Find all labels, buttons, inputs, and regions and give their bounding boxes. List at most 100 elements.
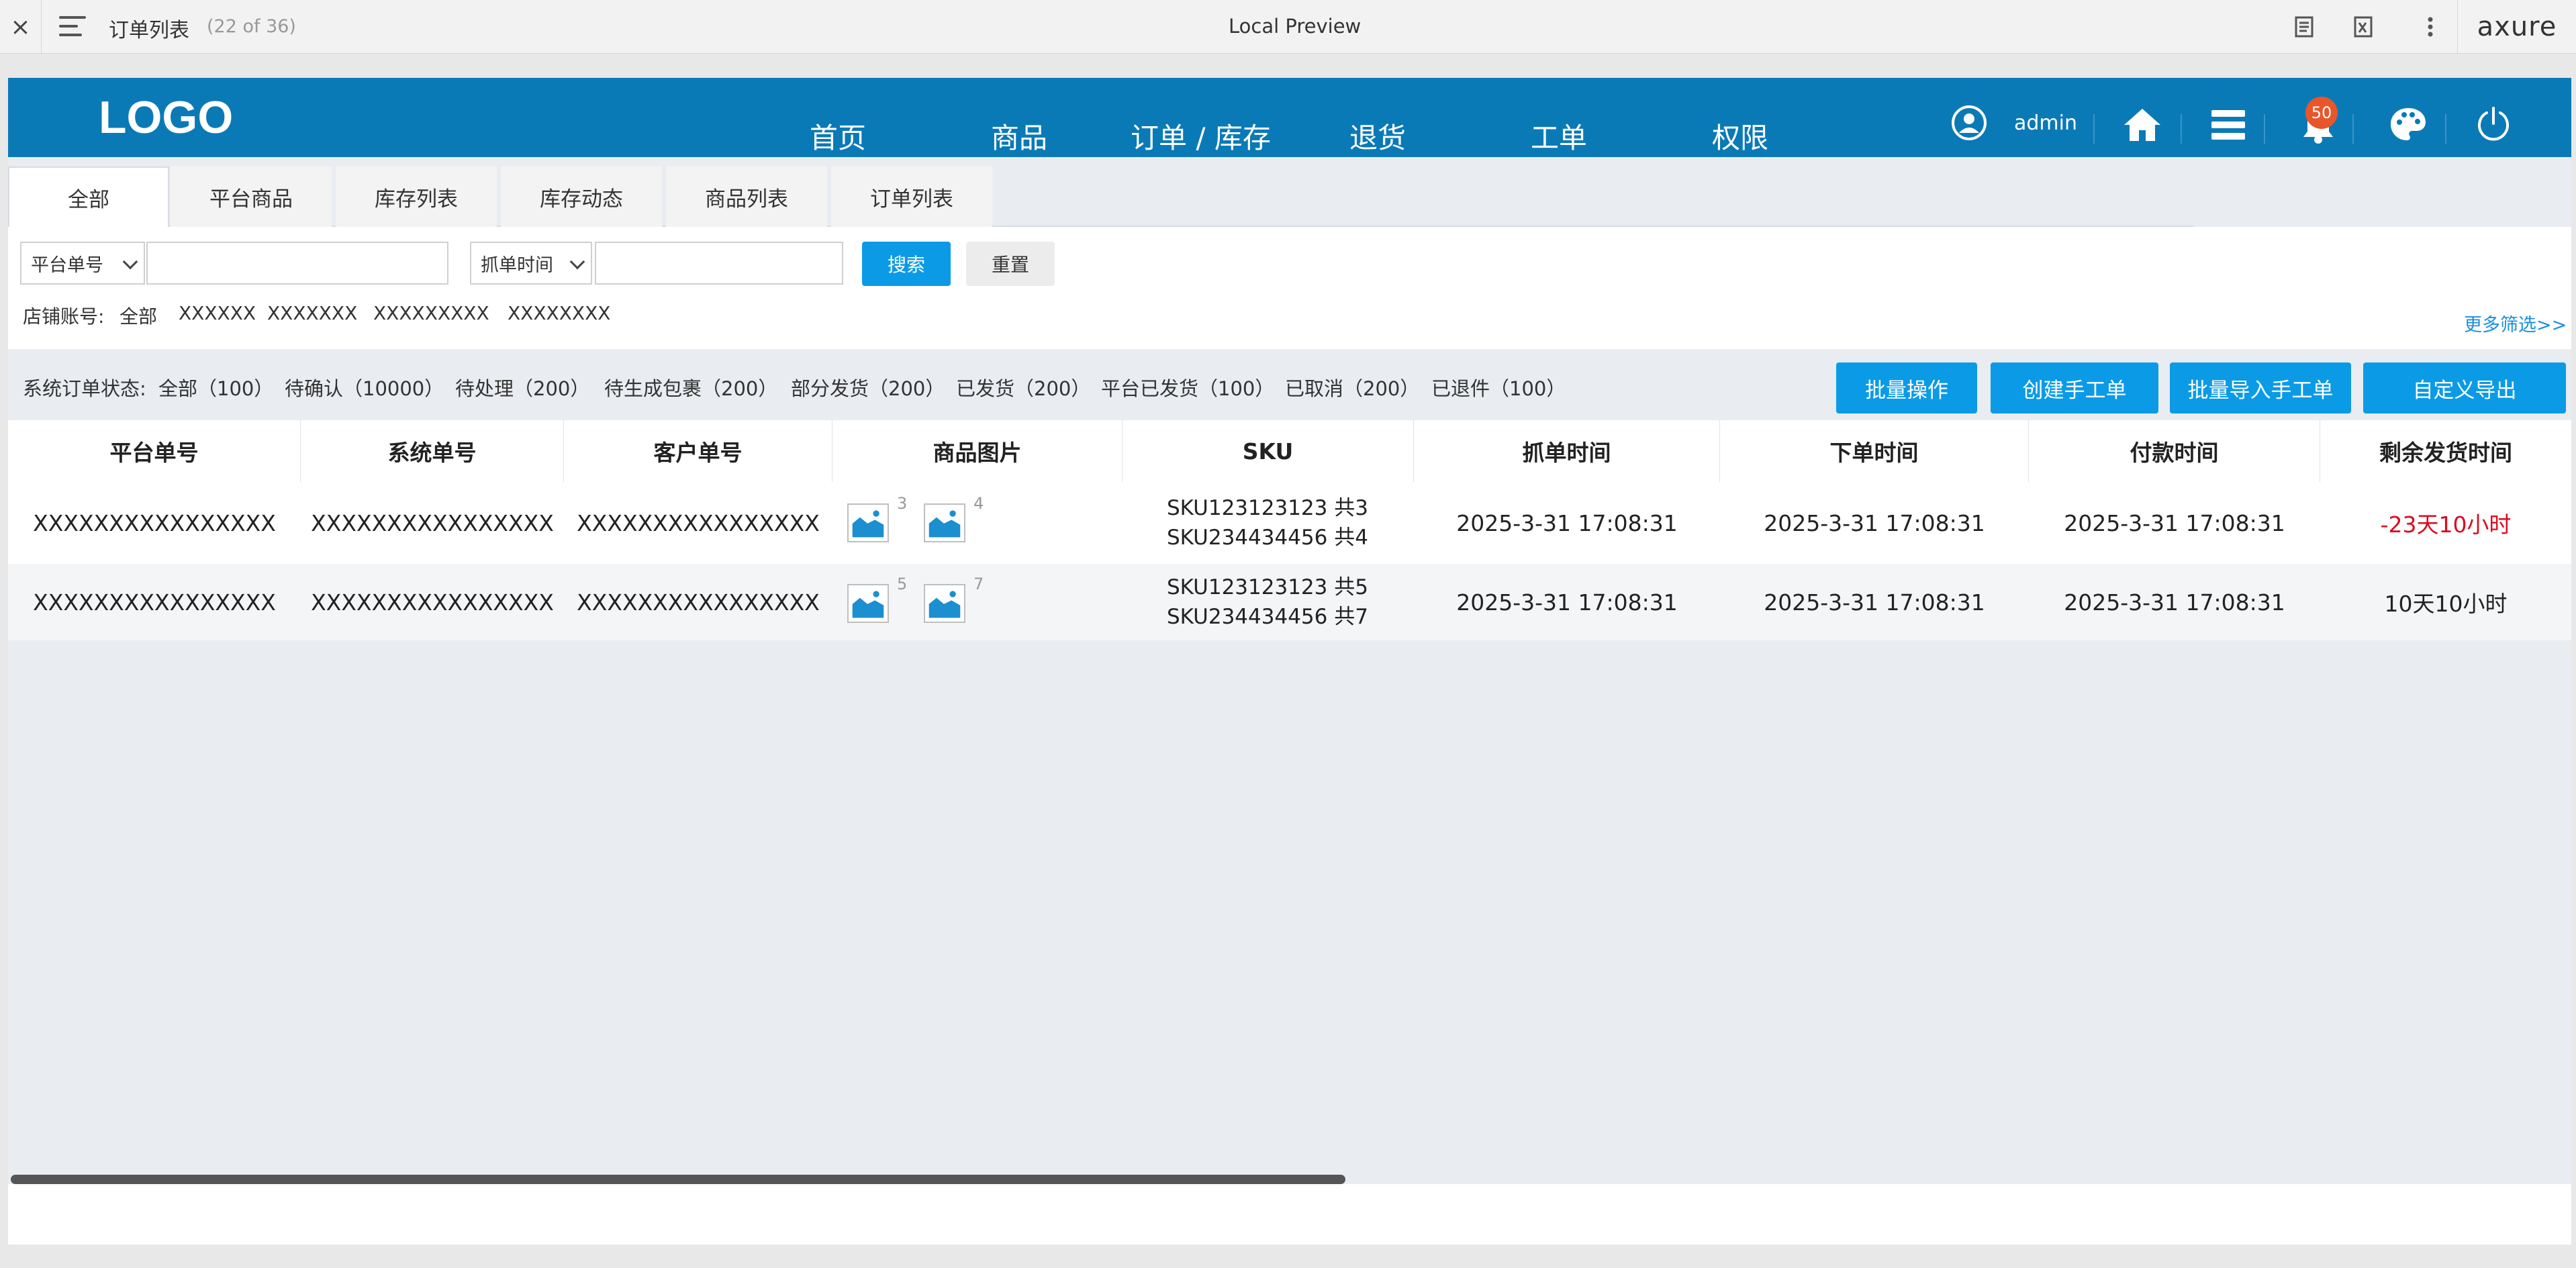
shop-option[interactable]: XXXXXXX (267, 302, 357, 324)
batch-operation-button[interactable]: 批量操作 (1836, 362, 1977, 413)
more-vert-icon[interactable] (2417, 13, 2444, 40)
col-grab-time[interactable]: 抓单时间 (1414, 420, 1720, 482)
sku-cell: SKU123123123 共3 SKU234434456 共4 (1167, 482, 1409, 564)
tab-all[interactable]: 全部 (8, 166, 169, 227)
status-pending-package[interactable]: 待生成包裹（200） (604, 373, 777, 401)
header-divider (2264, 114, 2265, 144)
app-header: LOGO 首页 商品 订单 / 库存 退货 工单 权限 admin 50 (8, 78, 2571, 157)
table-row[interactable]: XXXXXXXXXXXXXXXX XXXXXXXXXXXXXXXX XXXXXX… (8, 482, 2571, 564)
menu-icon[interactable] (59, 16, 86, 38)
custom-export-button[interactable]: 自定义导出 (2363, 362, 2566, 413)
table-header: 平台单号 系统单号 客户单号 商品图片 SKU 抓单时间 下单时间 付款时间 剩… (8, 420, 2571, 482)
tab-product-list[interactable]: 商品列表 (666, 166, 827, 227)
power-icon[interactable] (2476, 106, 2511, 142)
status-partial-shipped[interactable]: 部分发货（200） (791, 373, 945, 401)
platform-order-no: XXXXXXXXXXXXXXXX (33, 589, 276, 616)
image-count: 7 (973, 575, 984, 593)
chevron-down-icon (122, 254, 138, 270)
palette-icon[interactable] (2389, 106, 2428, 142)
shop-option[interactable]: XXXXXX (179, 302, 256, 324)
home-icon[interactable] (2123, 107, 2162, 142)
customer-order-no: XXXXXXXXXXXXXXXX (577, 509, 820, 536)
order-time: 2025-3-31 17:08:31 (1764, 589, 1985, 616)
product-image-icon[interactable] (847, 503, 889, 542)
status-pending-process[interactable]: 待处理（200） (455, 373, 589, 401)
image-count: 3 (897, 494, 908, 513)
col-pay-time[interactable]: 付款时间 (2029, 420, 2320, 482)
notes-icon[interactable] (2291, 13, 2318, 40)
col-order-time[interactable]: 下单时间 (1720, 420, 2029, 482)
page-title: 订单列表 (109, 19, 189, 42)
status-all[interactable]: 全部（100） (158, 373, 273, 401)
list-menu-icon[interactable] (2210, 109, 2246, 141)
col-system-no[interactable]: 系统单号 (301, 420, 564, 482)
time-select-value: 抓单时间 (481, 254, 553, 276)
inspect-icon[interactable] (2350, 13, 2377, 40)
user-avatar-icon[interactable] (1951, 105, 1987, 141)
product-image-icon[interactable] (924, 584, 965, 623)
axure-brand: axure (2457, 0, 2576, 54)
search-button[interactable]: 搜索 (862, 242, 951, 286)
import-manual-orders-button[interactable]: 批量导入手工单 (2170, 362, 2351, 413)
system-order-no: XXXXXXXXXXXXXXXX (311, 589, 554, 616)
nav-products[interactable]: 商品 (991, 115, 1047, 156)
preview-title: Local Preview (1229, 15, 1362, 38)
time-select[interactable]: 抓单时间 (470, 242, 592, 285)
col-customer-no[interactable]: 客户单号 (564, 420, 832, 482)
header-divider (2352, 114, 2354, 144)
product-image-icon[interactable] (924, 503, 965, 542)
sku-cell: SKU123123123 共5 SKU234434456 共7 (1167, 564, 1409, 640)
field-select-value: 平台单号 (31, 254, 103, 276)
nav-returns[interactable]: 退货 (1349, 115, 1406, 156)
page-count: (22 of 36) (207, 16, 296, 37)
status-label: 系统订单状态: (23, 377, 146, 400)
page-footer-area (8, 1184, 2571, 1245)
image-count: 5 (897, 575, 908, 593)
shop-option-all[interactable]: 全部 (120, 302, 157, 329)
status-platform-shipped[interactable]: 平台已发货（100） (1101, 373, 1274, 401)
user-name[interactable]: admin (2014, 111, 2077, 135)
scrollbar-thumb[interactable] (11, 1175, 1345, 1184)
create-manual-order-button[interactable]: 创建手工单 (1991, 362, 2158, 413)
nav-home[interactable]: 首页 (810, 115, 866, 156)
shop-option[interactable]: XXXXXXXX (508, 302, 610, 324)
nav-permissions[interactable]: 权限 (1712, 115, 1768, 156)
image-count: 4 (973, 494, 984, 513)
col-remaining-time[interactable]: 剩余发货时间 (2320, 420, 2571, 482)
more-filters-link[interactable]: 更多筛选>> (2464, 310, 2567, 336)
logo: LOGO (99, 92, 234, 143)
pay-time: 2025-3-31 17:08:31 (2064, 589, 2285, 616)
nav-orders-inventory[interactable]: 订单 / 库存 (1131, 115, 1271, 156)
col-product-image[interactable]: 商品图片 (832, 420, 1123, 482)
close-icon[interactable]: × (0, 0, 42, 54)
reset-button[interactable]: 重置 (966, 242, 1055, 286)
status-shipped[interactable]: 已发货（200） (956, 373, 1090, 401)
tab-order-list[interactable]: 订单列表 (831, 166, 992, 227)
status-returned[interactable]: 已退件（100） (1431, 373, 1566, 401)
product-image-icon[interactable] (847, 584, 889, 623)
sku-line: SKU123123123 共3 (1167, 496, 1368, 520)
time-input[interactable] (595, 242, 843, 285)
notification-badge: 50 (2305, 97, 2338, 129)
field-input[interactable] (146, 242, 448, 285)
sku-line: SKU123123123 共5 (1167, 575, 1368, 599)
table-row[interactable]: XXXXXXXXXXXXXXXX XXXXXXXXXXXXXXXX XXXXXX… (8, 564, 2571, 640)
nav-tickets[interactable]: 工单 (1531, 115, 1587, 156)
pay-time: 2025-3-31 17:08:31 (2064, 509, 2285, 536)
header-divider (2093, 114, 2095, 144)
grab-time: 2025-3-31 17:08:31 (1456, 509, 1678, 536)
shop-option[interactable]: XXXXXXXXX (373, 302, 489, 324)
preview-toolbar: × 订单列表 (22 of 36) Local Preview axure (0, 0, 2576, 54)
header-divider (2181, 114, 2182, 144)
col-sku[interactable]: SKU (1123, 420, 1414, 482)
status-cancelled[interactable]: 已取消（200） (1285, 373, 1419, 401)
tab-inventory-list[interactable]: 库存列表 (336, 166, 497, 227)
col-platform-no[interactable]: 平台单号 (8, 420, 301, 482)
remaining-ship-time: 10天10小时 (2384, 591, 2508, 617)
tab-platform-products[interactable]: 平台商品 (171, 166, 332, 227)
status-bar: 系统订单状态: 全部（100） 待确认（10000） 待处理（200） 待生成包… (8, 349, 2571, 420)
header-divider (2445, 114, 2446, 144)
status-pending-confirm[interactable]: 待确认（10000） (285, 373, 444, 401)
tab-inventory-activity[interactable]: 库存动态 (501, 166, 662, 227)
field-select[interactable]: 平台单号 (20, 242, 145, 285)
